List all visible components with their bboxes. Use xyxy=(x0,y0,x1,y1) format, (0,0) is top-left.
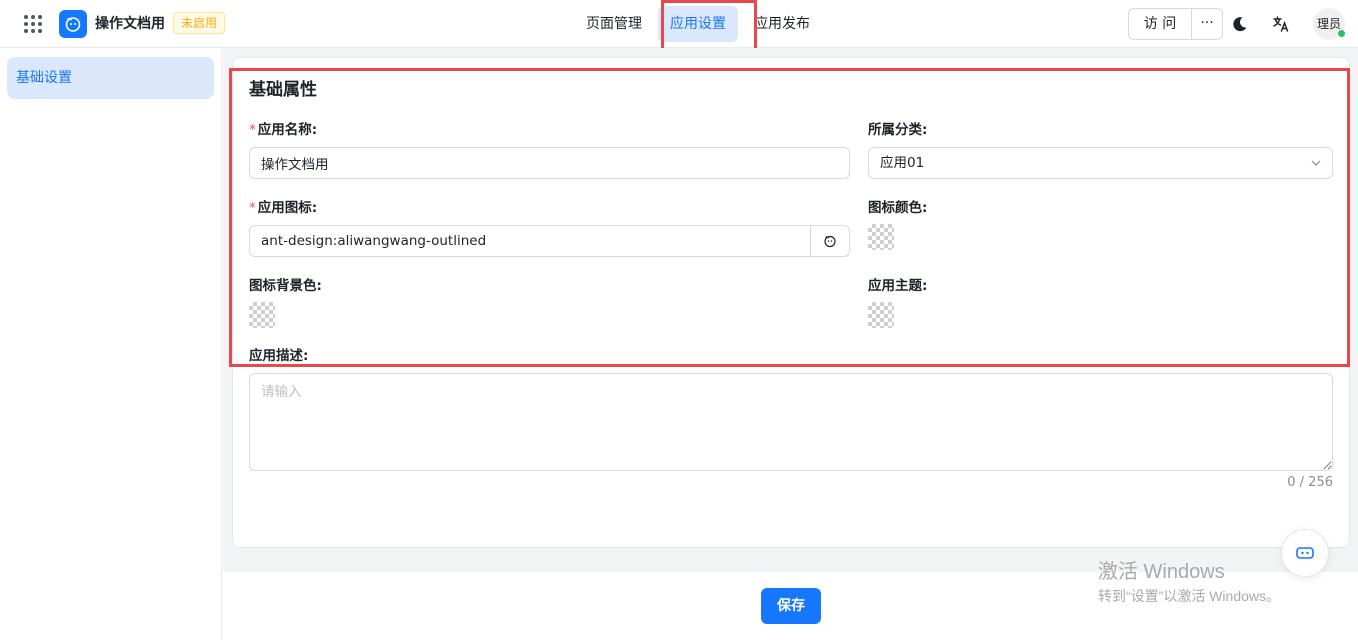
icon-bg-color-label: 图标背景色: xyxy=(249,278,322,294)
more-button[interactable]: ··· xyxy=(1192,9,1222,39)
avatar-text: 理员 xyxy=(1316,17,1341,31)
settings-card: 基础属性 xyxy=(232,57,1350,548)
chevron-down-icon xyxy=(1311,160,1321,166)
top-header: 操作文档用 未启用 页面管理 应用设置 应用发布 访 问 ··· 理员 xyxy=(0,0,1358,48)
category-label: 所属分类: xyxy=(868,122,928,138)
app-logo-icon xyxy=(59,10,87,38)
description-label: 应用描述: xyxy=(249,348,309,364)
tab-app-publish[interactable]: 应用发布 xyxy=(742,6,822,42)
windows-watermark-subtitle: 转到“设置”以激活 Windows。 xyxy=(1098,588,1281,604)
top-nav: 页面管理 应用设置 应用发布 xyxy=(574,6,826,42)
sidebar: 基础设置 xyxy=(0,48,222,640)
app-name-label: * 应用名称: xyxy=(249,122,318,138)
app-name-input[interactable] xyxy=(249,147,850,179)
required-mark: * xyxy=(249,200,256,216)
sidebar-item-basic-settings[interactable]: 基础设置 xyxy=(7,57,214,99)
icon-color-picker[interactable] xyxy=(868,224,894,250)
description-counter: 0 / 256 xyxy=(1287,475,1333,490)
app-icon-input[interactable]: ant-design:aliwangwang-outlined xyxy=(249,225,850,257)
section-title: 基础属性 xyxy=(249,80,317,100)
windows-watermark-title: 激活 Windows xyxy=(1098,561,1225,583)
status-badge: 未启用 xyxy=(173,12,226,34)
app-icon-label: * 应用图标: xyxy=(249,200,318,216)
app-theme-picker[interactable] xyxy=(868,302,894,328)
main-content: 基础属性 xyxy=(223,48,1358,572)
app-theme-label: 应用主题: xyxy=(868,278,928,294)
apps-grid-icon[interactable] xyxy=(22,13,44,35)
visit-button[interactable]: 访 问 xyxy=(1129,9,1192,39)
icon-color-label: 图标颜色: xyxy=(868,200,928,216)
chat-bot-button[interactable] xyxy=(1281,529,1329,577)
aliwangwang-icon[interactable] xyxy=(810,226,849,256)
tab-app-settings[interactable]: 应用设置 xyxy=(658,6,738,42)
avatar[interactable]: 理员 xyxy=(1313,8,1346,40)
online-status-dot xyxy=(1337,29,1346,38)
category-select-value: 应用01 xyxy=(880,155,925,171)
moon-icon[interactable] xyxy=(1231,15,1249,33)
app-title: 操作文档用 xyxy=(95,16,165,32)
chat-bot-icon xyxy=(1296,547,1314,559)
visit-button-group: 访 问 ··· xyxy=(1128,8,1223,40)
category-select[interactable]: 应用01 xyxy=(868,147,1333,179)
save-button[interactable]: 保存 xyxy=(761,588,821,624)
app-icon-input-value: ant-design:aliwangwang-outlined xyxy=(261,233,487,249)
description-textarea[interactable] xyxy=(249,373,1333,471)
required-mark: * xyxy=(249,122,256,138)
icon-bg-color-picker[interactable] xyxy=(249,302,275,328)
translate-icon[interactable] xyxy=(1271,14,1291,34)
tab-page-management[interactable]: 页面管理 xyxy=(574,6,654,42)
